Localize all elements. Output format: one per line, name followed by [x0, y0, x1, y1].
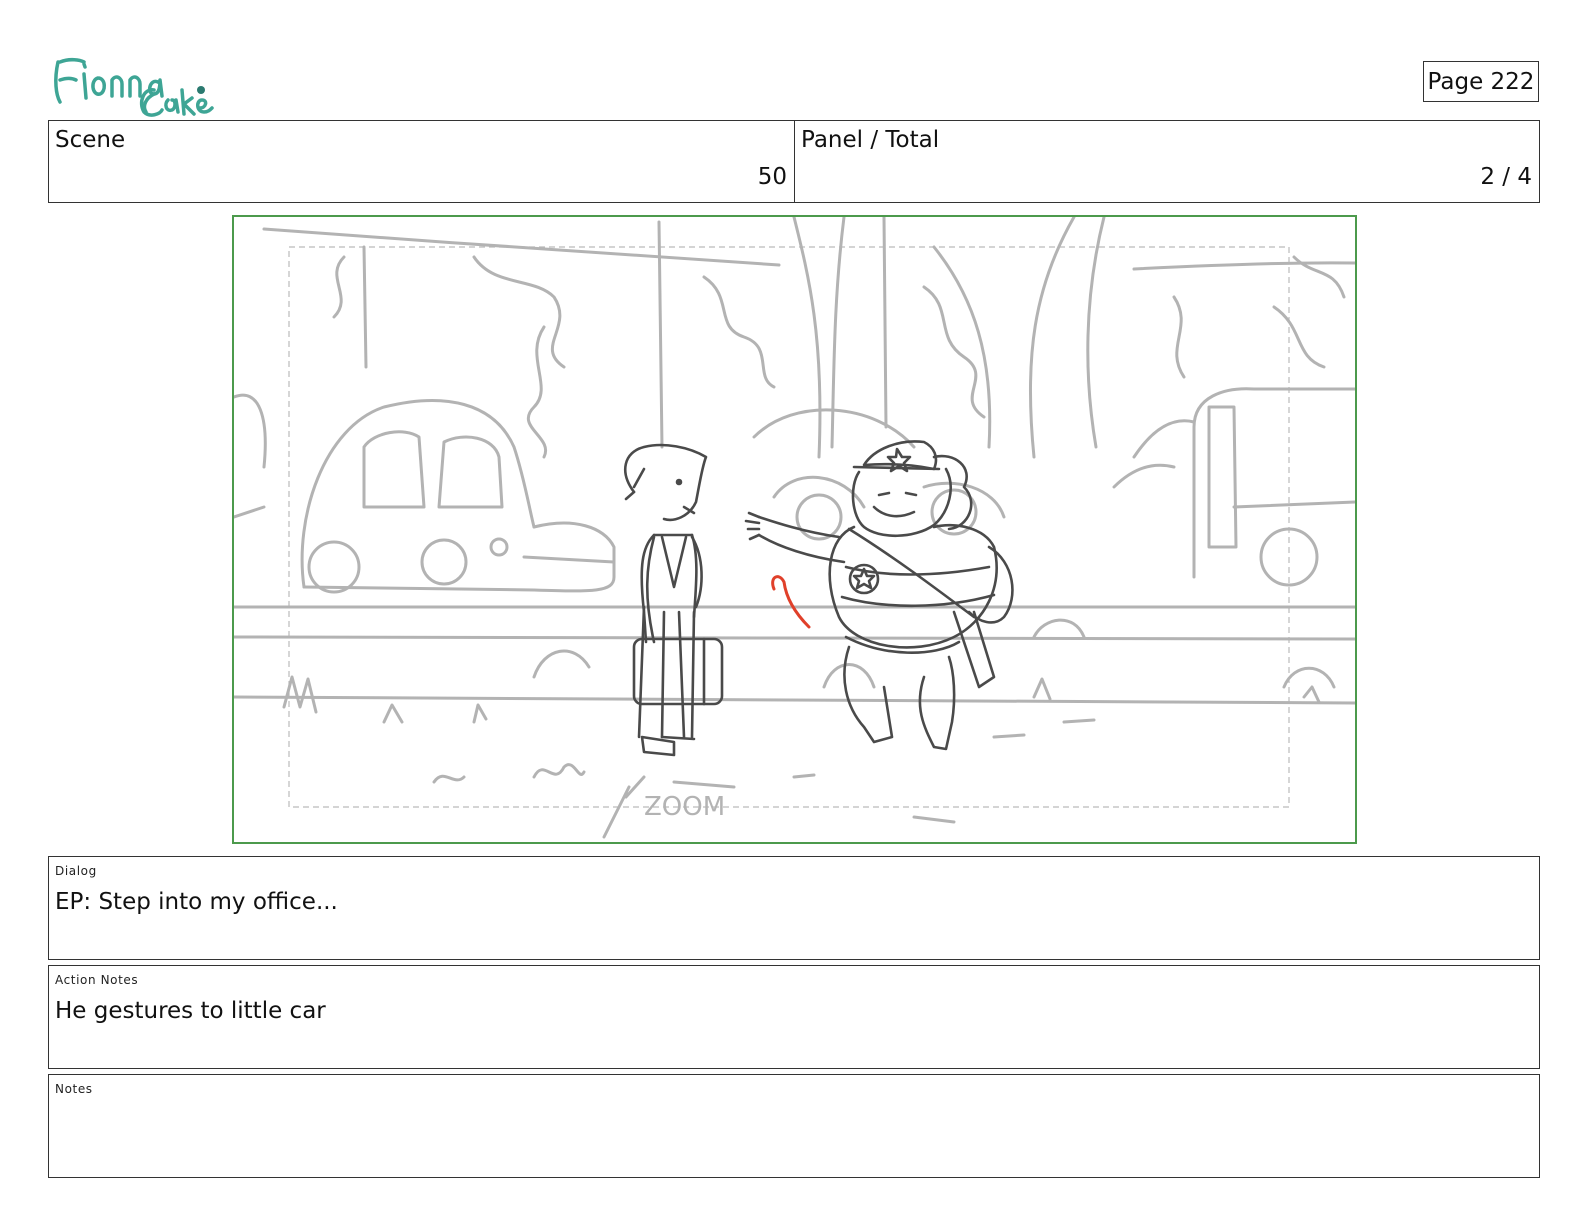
action-notes-field: Action Notes He gestures to little car: [48, 965, 1540, 1069]
show-logo: [50, 50, 215, 120]
scene-panel-header: Scene 50 Panel / Total 2 / 4: [48, 120, 1540, 203]
storyboard-sketch: ZOOM: [234, 217, 1355, 839]
notes-label: Notes: [55, 1082, 93, 1096]
panel-cell: Panel / Total 2 / 4: [795, 121, 1539, 202]
panel-total-value: 2 / 4: [1480, 164, 1532, 190]
dialog-text: EP: Step into my office...: [55, 889, 338, 915]
girl-character: [624, 443, 724, 757]
scene-label: Scene: [55, 127, 126, 153]
notes-field: Notes: [48, 1074, 1540, 1178]
action-notes-label: Action Notes: [55, 973, 139, 987]
storyboard-panel: ZOOM: [232, 215, 1357, 844]
scene-number: 50: [757, 164, 787, 190]
fionna-and-cake-logo-icon: [54, 57, 214, 117]
action-notes-text: He gestures to little car: [55, 998, 326, 1024]
zoom-scribble: ZOOM: [644, 792, 725, 822]
panel-total-label: Panel / Total: [801, 127, 940, 153]
dialog-field: Dialog EP: Step into my office...: [48, 856, 1540, 960]
action-arrow-icon: [771, 575, 811, 629]
scene-cell: Scene 50: [49, 121, 795, 202]
dialog-label: Dialog: [55, 864, 97, 878]
page-number: Page 222: [1423, 61, 1539, 102]
